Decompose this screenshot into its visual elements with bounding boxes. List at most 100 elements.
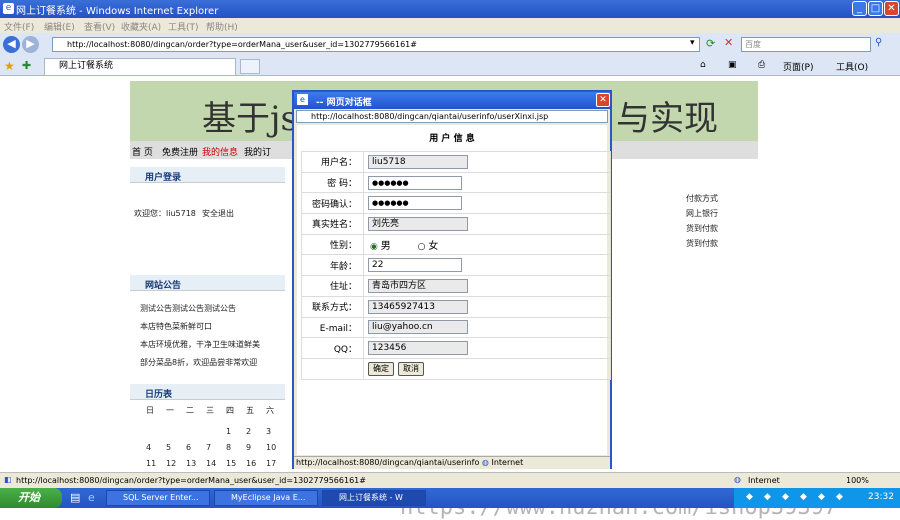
quicklaunch-desktop-icon[interactable]: ▤ [70,491,80,504]
calendar-day[interactable]: 16 [246,459,256,468]
statusbar: ◧ http://localhost:8080/dingcan/order?ty… [0,472,900,488]
email-field[interactable]: liu@yahoo.cn [368,320,468,335]
age-field[interactable]: 22 [368,258,462,273]
radio-female-icon[interactable]: ○ [418,242,426,252]
back-icon[interactable]: ◀ [3,36,20,53]
ok-button[interactable]: 确定 [368,361,394,376]
notice-item[interactable]: 测试公告测试公告测试公告 [140,303,236,314]
notice-item[interactable]: 部分菜品8折，欢迎品尝非常欢迎 [140,357,257,368]
calendar-day[interactable]: 17 [266,459,276,468]
status-url: http://localhost:8080/dingcan/order?type… [16,476,366,485]
calendar-day[interactable]: 4 [146,443,151,452]
calendar-day[interactable]: 2 [246,427,251,436]
calendar-day[interactable]: 6 [186,443,191,452]
quicklaunch-ie-icon[interactable]: e [88,491,95,504]
user-form: 用户名： liu5718 密 码： ●●●●●● 密码确认： ●●●●●● 真实… [301,151,611,380]
password-field[interactable]: ●●●●●● [368,175,462,190]
tray-icon[interactable]: ◆ [818,492,825,502]
nav-myorders[interactable]: 我的订 [244,145,271,158]
calendar-day[interactable]: 11 [146,459,156,468]
username-field[interactable]: liu5718 [368,154,468,169]
label-confirm: 密码确认： [301,192,364,215]
tools-menu[interactable]: 工具(O) [836,60,868,73]
calendar-day[interactable]: 15 [226,459,236,468]
dialog-body: 用 户 信 息 用户名： liu5718 密 码： ●●●●●● 密码确认： ●… [297,125,611,455]
calendar-day[interactable]: 10 [266,443,276,452]
favorites-star-icon[interactable]: ★ [4,59,15,73]
tray-icon[interactable]: ◆ [800,492,807,502]
radio-male-icon[interactable]: ◉ [370,242,378,252]
cancel-button[interactable]: 取消 [398,361,424,376]
close-button[interactable]: ✕ [884,1,899,16]
login-box-header: 用户登录 [130,167,285,183]
search-input[interactable]: 百度 [741,37,871,52]
stop-icon[interactable]: ✕ [724,36,733,49]
notice-box-title: 网站公告 [145,281,182,291]
add-favorite-icon[interactable]: ✚ [22,59,31,72]
calendar-day[interactable]: 13 [186,459,196,468]
zoom-level[interactable]: 100% [846,476,869,485]
start-button[interactable]: 开始 [0,488,62,508]
address-input[interactable]: http://localhost:8080/dingcan/order?type… [52,37,700,52]
qq-field[interactable]: 123456 [368,341,468,356]
right-link[interactable]: 货到付款 [686,238,718,249]
tray-icon[interactable]: ◆ [836,492,843,502]
label-gender: 性别： [301,233,364,256]
maximize-button[interactable]: □ [868,1,883,16]
calendar-day[interactable]: 8 [226,443,231,452]
menu-favorites[interactable]: 收藏夹(A) [121,20,161,33]
dropdown-arrow-icon[interactable]: ▾ [690,38,695,48]
feed-icon[interactable]: ▣ [728,60,737,70]
nav-register[interactable]: 免费注册 [162,145,198,158]
phone-field[interactable]: 13465927413 [368,299,468,314]
nav-home[interactable]: 首 页 [132,145,153,158]
menu-edit[interactable]: 编辑(E) [44,20,75,33]
calendar-day[interactable]: 14 [206,459,216,468]
dialog-close-button[interactable]: ✕ [596,93,610,107]
calendar-box-title: 日历表 [145,390,173,400]
tray-icon[interactable]: ◆ [782,492,789,502]
confirm-password-field[interactable]: ●●●●●● [368,196,462,211]
forward-icon[interactable]: ▶ [22,36,39,53]
welcome-text: 欢迎您：liu5718 [134,209,196,218]
menu-file[interactable]: 文件(F) [4,20,34,33]
new-tab-button[interactable] [240,59,260,74]
calendar-day[interactable]: 12 [166,459,176,468]
right-link[interactable]: 付款方式 [686,193,718,204]
calendar-day[interactable]: 3 [266,427,271,436]
menu-view[interactable]: 查看(V) [84,20,115,33]
calendar-day[interactable]: 7 [206,443,211,452]
tab-main[interactable]: 网上订餐系统 [44,58,236,75]
page-menu[interactable]: 页面(P) [783,60,813,73]
realname-field[interactable]: 刘先亮 [368,216,468,231]
menu-tools[interactable]: 工具(T) [168,20,199,33]
calendar-day[interactable]: 5 [166,443,171,452]
right-link[interactable]: 网上银行 [686,208,718,219]
calendar-day[interactable]: 1 [226,427,231,436]
task-sqlserver[interactable]: SQL Server Enter... [106,490,210,506]
minimize-button[interactable]: _ [852,1,867,16]
refresh-icon[interactable]: ⟳ [706,37,715,50]
print-icon[interactable]: ⎙ [758,60,765,70]
task-myeclipse[interactable]: MyEclipse Java E... [214,490,318,506]
search-icon[interactable]: ⚲ [875,37,882,48]
nav-myinfo[interactable]: 我的信息 [202,145,238,158]
calendar-weekday: 四 [226,406,234,415]
notice-item[interactable]: 本店特色菜新鲜可口 [140,321,212,332]
notice-item[interactable]: 本店环境优雅，干净卫生味道鲜美 [140,339,260,350]
logout-link[interactable]: 安全退出 [202,208,234,219]
tray-icon[interactable]: ◆ [746,492,753,502]
address-field[interactable]: 青岛市四方区 [368,278,468,293]
menu-help[interactable]: 帮助(H) [206,20,238,33]
menu-bar: 文件(F) 编辑(E) 查看(V) 收藏夹(A) 工具(T) 帮助(H) [0,18,900,33]
task-ie[interactable]: 网上订餐系统 - W [322,490,426,506]
clock[interactable]: 23:32 [868,492,894,502]
home-icon[interactable]: ⌂ [700,60,706,70]
notice-box-header: 网站公告 [130,275,285,291]
address-row: ◀ ▶ http://localhost:8080/dingcan/order?… [0,33,900,56]
tray-icon[interactable]: ◆ [764,492,771,502]
dialog-title: -- 网页对话框 [316,98,372,108]
calendar-day[interactable]: 9 [246,443,251,452]
actions-spacer [301,357,364,380]
right-link[interactable]: 货到付款 [686,223,718,234]
